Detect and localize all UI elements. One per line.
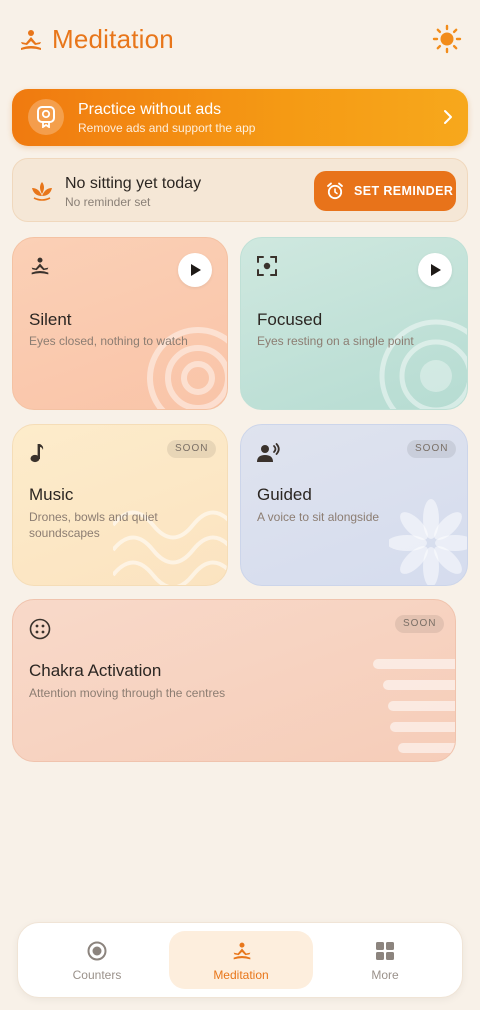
play-icon xyxy=(431,264,441,276)
page-title: Meditation xyxy=(52,24,174,54)
chevron-right-icon xyxy=(444,110,452,124)
music-title: Music xyxy=(29,485,74,504)
chakra-activation-card[interactable]: SOON Chakra Activation Attention moving … xyxy=(12,599,456,762)
guided-title: Guided xyxy=(257,485,312,504)
app-header: Meditation xyxy=(0,0,480,80)
chakra-dots-icon xyxy=(29,618,51,640)
award-badge-icon xyxy=(37,106,55,128)
music-description: Drones, bowls and quiet soundscapes xyxy=(29,510,158,540)
set-reminder-button[interactable]: SET REMINDER xyxy=(314,171,456,211)
focused-meditation-card[interactable]: Focused Eyes resting on a single point xyxy=(240,237,468,410)
focused-play-button[interactable] xyxy=(418,253,452,287)
meditation-pose-icon xyxy=(31,257,49,275)
silent-title: Silent xyxy=(29,310,72,329)
meditation-pose-icon xyxy=(21,30,41,50)
silent-description: Eyes closed, nothing to watch xyxy=(29,334,188,348)
lotus-icon xyxy=(32,182,52,201)
nav-item-more[interactable]: More xyxy=(313,931,457,989)
music-meditation-card[interactable]: SOON Music Drones, bowls and quiet sound… xyxy=(12,424,228,586)
focused-title: Focused xyxy=(257,310,323,329)
silent-meditation-card[interactable]: Silent Eyes closed, nothing to watch xyxy=(12,237,228,410)
voice-person-icon xyxy=(257,443,280,462)
guided-soon-badge: SOON xyxy=(407,440,457,458)
focused-description: Eyes resting on a single point xyxy=(257,334,414,348)
bottom-navigation: Counters Meditation More xyxy=(17,922,463,998)
status-title: No sitting yet today xyxy=(65,175,202,192)
grid-icon xyxy=(376,942,394,960)
guided-meditation-card[interactable]: SOON Guided A voice to sit alongside xyxy=(240,424,468,586)
music-note-icon xyxy=(30,444,44,463)
status-subtitle: No reminder set xyxy=(65,195,151,209)
nav-label-counters: Counters xyxy=(72,968,122,982)
focus-frame-icon xyxy=(257,256,277,276)
chakra-bars-decoration xyxy=(373,659,455,753)
silent-play-button[interactable] xyxy=(178,253,212,287)
promo-subtitle: Remove ads and support the app xyxy=(78,121,256,135)
concentric-rings-decoration xyxy=(147,327,227,409)
play-icon xyxy=(191,264,201,276)
meditation-pose-icon xyxy=(233,942,251,960)
nav-item-meditation[interactable]: Meditation xyxy=(169,931,313,989)
alarm-clock-icon xyxy=(327,182,343,200)
nav-label-meditation: Meditation xyxy=(213,968,269,982)
guided-description: A voice to sit alongside xyxy=(257,510,380,524)
promo-title: Practice without ads xyxy=(78,101,222,118)
nav-label-more: More xyxy=(371,968,399,982)
record-circle-icon xyxy=(87,941,107,961)
daily-status-card: No sitting yet today No reminder set SET… xyxy=(12,158,468,222)
flower-decoration xyxy=(389,499,467,585)
promo-badge xyxy=(28,99,64,135)
focus-point-decoration xyxy=(379,319,467,409)
sun-icon[interactable] xyxy=(432,24,462,54)
nav-item-counters[interactable]: Counters xyxy=(25,931,169,989)
remove-ads-banner[interactable]: Practice without ads Remove ads and supp… xyxy=(12,89,468,146)
chakra-title: Chakra Activation xyxy=(29,661,162,680)
set-reminder-label: SET REMINDER xyxy=(354,184,454,198)
music-soon-badge: SOON xyxy=(167,440,217,458)
chakra-description: Attention moving through the centres xyxy=(29,686,226,700)
chakra-soon-badge: SOON xyxy=(395,615,445,633)
